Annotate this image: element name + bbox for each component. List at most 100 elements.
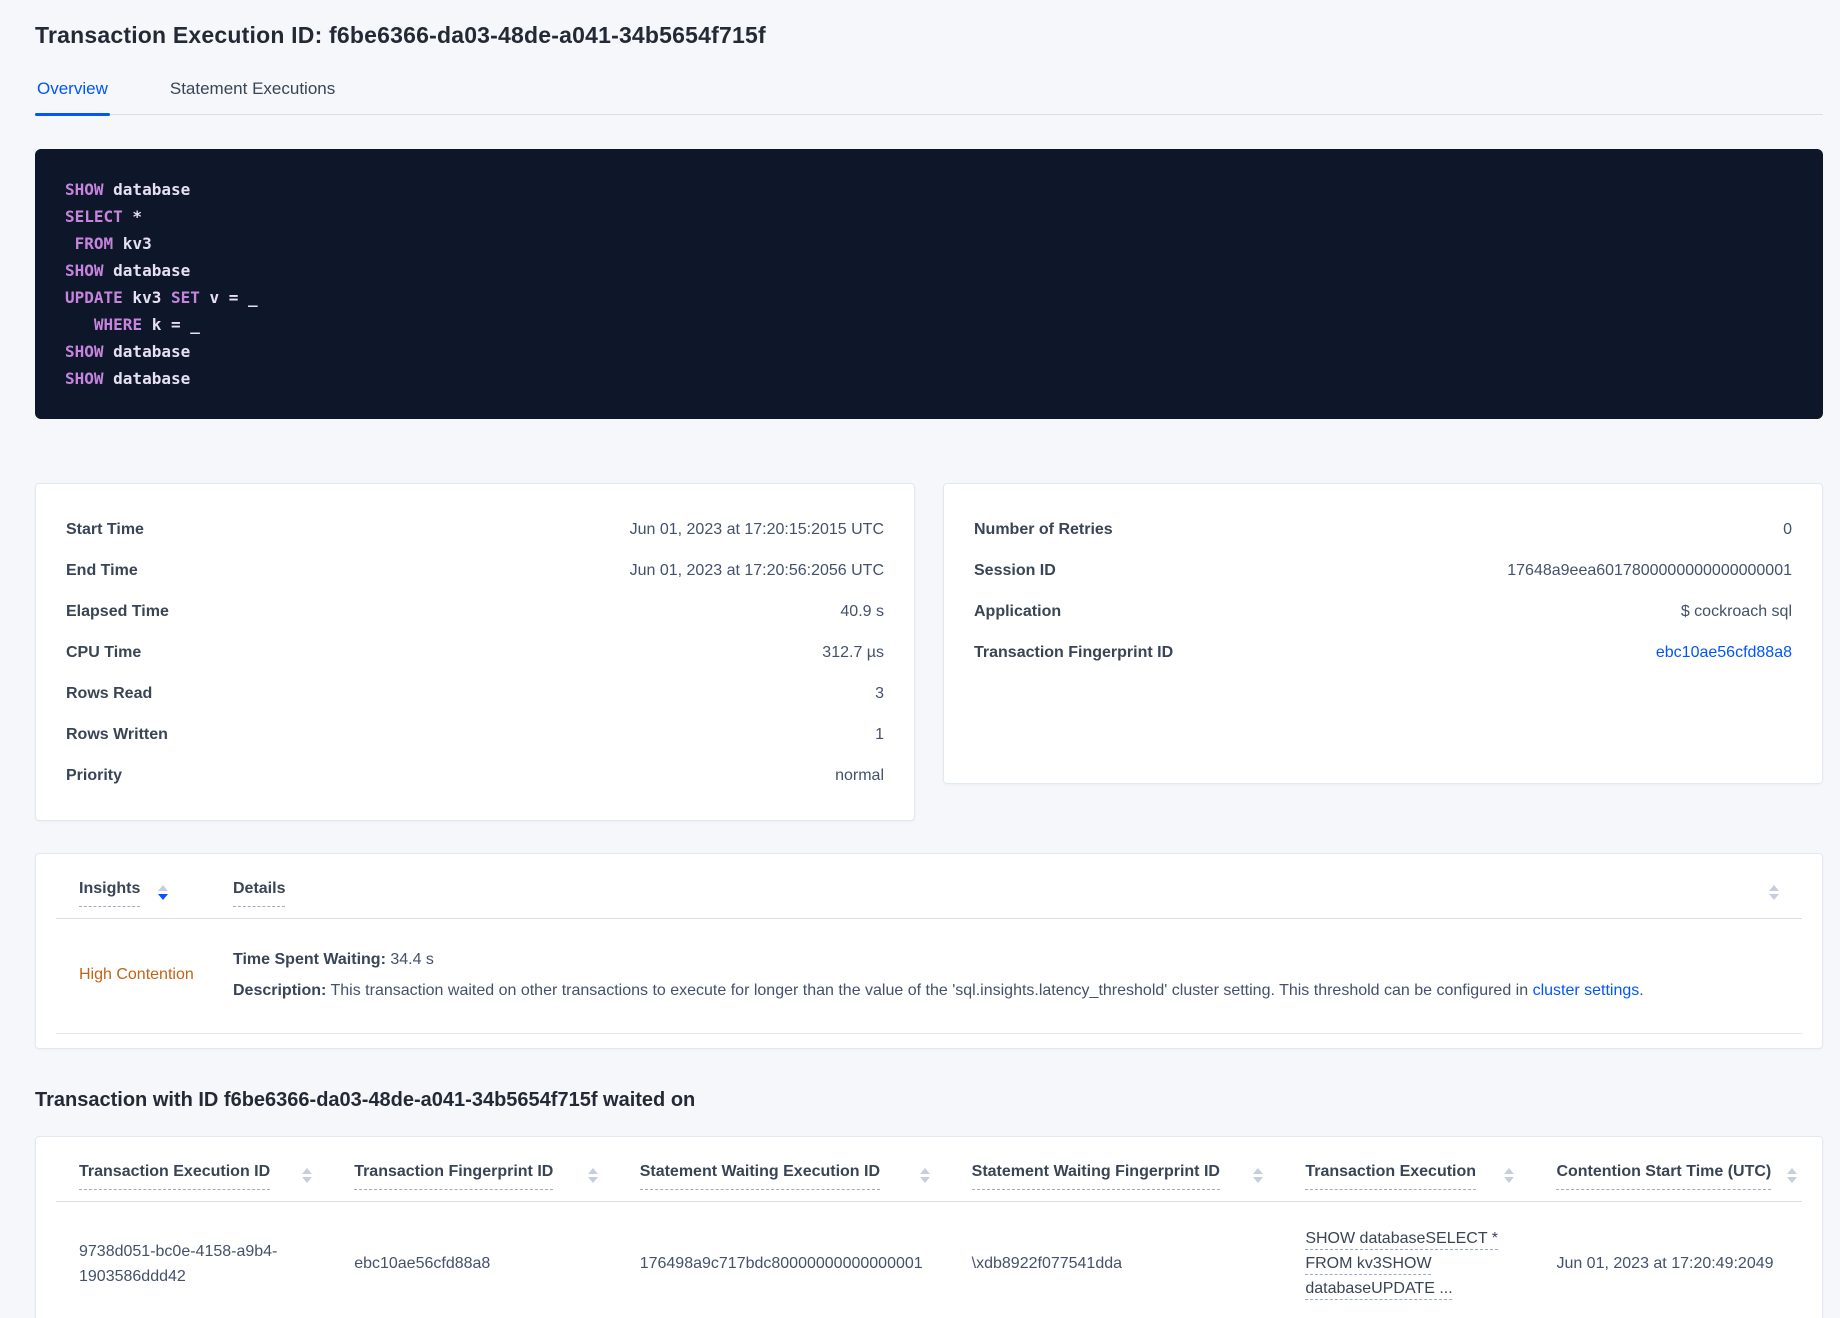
row-label: Start Time <box>66 520 144 538</box>
sql-line: FROM kv3 <box>65 230 1793 257</box>
session-summary-card: Number of Retries 0 Session ID 17648a9ee… <box>943 483 1823 784</box>
summary-row-rows-read: Rows Read 3 <box>66 673 884 714</box>
sort-toggle-icon[interactable] <box>302 1168 313 1190</box>
summary-row-session-id: Session ID 17648a9eea6017800000000000000… <box>974 550 1792 591</box>
summary-row-elapsed-time: Elapsed Time 40.9 s <box>66 591 884 632</box>
insights-column-label[interactable]: Insights <box>79 880 141 907</box>
summary-row-cpu-time: CPU Time 312.7 µs <box>66 632 884 673</box>
row-label: End Time <box>66 561 138 579</box>
details-column-label[interactable]: Details <box>233 880 286 907</box>
column-label[interactable]: Transaction Execution ID <box>79 1163 271 1190</box>
transaction-execution-link-line[interactable]: FROM kv3SHOW <box>1305 1251 1528 1276</box>
column-header-statement-waiting-fingerprint-id: Statement Waiting Fingerprint ID <box>971 1163 1306 1190</box>
column-label[interactable]: Transaction Execution <box>1305 1163 1477 1190</box>
description-label: Description: <box>233 982 327 999</box>
column-label[interactable]: Statement Waiting Execution ID <box>639 1163 881 1190</box>
column-label[interactable]: Contention Start Time (UTC) <box>1556 1163 1772 1190</box>
row-label: Rows Written <box>66 725 168 743</box>
column-label[interactable]: Statement Waiting Fingerprint ID <box>971 1163 1220 1190</box>
sql-keyword: FROM <box>74 234 114 253</box>
sql-text: database <box>103 261 191 280</box>
summary-row-retries: Number of Retries 0 <box>974 509 1792 550</box>
sort-toggle-icon[interactable] <box>158 885 169 907</box>
sort-toggle-icon[interactable] <box>1253 1168 1264 1190</box>
row-label: Number of Retries <box>974 520 1113 538</box>
summary-row-application: Application $ cockroach sql <box>974 591 1792 632</box>
row-label: Application <box>974 602 1062 620</box>
sort-asc-icon <box>1787 1168 1798 1174</box>
sort-asc-icon <box>1253 1168 1264 1174</box>
column-header-transaction-execution: Transaction Execution <box>1305 1163 1556 1190</box>
description-line: Description: This transaction waited on … <box>233 978 1779 1003</box>
tab-overview[interactable]: Overview <box>35 79 110 116</box>
summary-row-end-time: End Time Jun 01, 2023 at 17:20:56:2056 U… <box>66 550 884 591</box>
sort-asc-icon <box>302 1168 313 1174</box>
sort-toggle-icon[interactable] <box>1504 1168 1515 1190</box>
waited-on-section-title: Transaction with ID f6be6366-da03-48de-a… <box>35 1089 696 1111</box>
sql-keyword: WHERE <box>93 315 143 334</box>
sql-statements-box: SHOW database SELECT * FROM kv3 SHOW dat… <box>35 149 1823 419</box>
summary-row-start-time: Start Time Jun 01, 2023 at 17:20:15:2015… <box>66 509 884 550</box>
sql-line: SHOW database <box>65 338 1793 365</box>
cell-transaction-execution-link[interactable]: SHOW databaseSELECT * FROM kv3SHOW datab… <box>1305 1226 1556 1301</box>
sort-desc-icon <box>1787 1177 1798 1183</box>
sort-asc-icon <box>1504 1168 1515 1174</box>
summary-row-rows-written: Rows Written 1 <box>66 714 884 755</box>
sort-desc-icon <box>302 1177 313 1183</box>
waited-on-table-header: Transaction Execution ID Transaction Fin… <box>56 1137 1802 1202</box>
insight-details: Time Spent Waiting: 34.4 s Description: … <box>233 947 1779 1003</box>
sort-desc-icon <box>158 894 169 900</box>
description-period: . <box>1639 982 1644 999</box>
sql-keyword: SELECT <box>65 207 123 226</box>
sort-toggle-icon[interactable] <box>1769 885 1779 907</box>
sort-toggle-icon[interactable] <box>1787 1168 1798 1183</box>
sort-toggle-icon[interactable] <box>587 1168 598 1190</box>
sql-text: database <box>103 180 191 199</box>
time-spent-waiting-line: Time Spent Waiting: 34.4 s <box>233 947 1779 972</box>
sql-keyword: SHOW <box>65 342 104 361</box>
waited-on-table-card: Transaction Execution ID Transaction Fin… <box>35 1136 1823 1318</box>
row-value: 1 <box>875 725 884 743</box>
tab-statement-executions[interactable]: Statement Executions <box>168 79 337 114</box>
insights-table-card: Insights Details High Contention Time Sp… <box>35 853 1823 1049</box>
sql-keyword: SHOW <box>65 369 104 388</box>
column-label[interactable]: Transaction Fingerprint ID <box>354 1163 554 1190</box>
column-header-statement-waiting-execution-id: Statement Waiting Execution ID <box>639 1163 972 1190</box>
sort-asc-icon <box>587 1168 598 1174</box>
page-title: Transaction Execution ID: f6be6366-da03-… <box>35 22 766 48</box>
insight-row: High Contention Time Spent Waiting: 34.4… <box>56 919 1802 1034</box>
sort-desc-icon <box>1504 1177 1515 1183</box>
sql-text: database <box>103 342 191 361</box>
waited-on-table-row: 9738d051-bc0e-4158-a9b4-1903586ddd42 ebc… <box>56 1202 1802 1318</box>
sort-toggle-icon[interactable] <box>919 1168 930 1190</box>
sort-desc-icon <box>1253 1177 1264 1183</box>
transaction-fingerprint-id-link[interactable]: ebc10ae56cfd88a8 <box>1656 644 1792 662</box>
row-value: 40.9 s <box>840 602 884 620</box>
tab-bar: Overview Statement Executions <box>35 79 1823 116</box>
row-label: CPU Time <box>66 643 142 661</box>
sql-line: WHERE k = _ <box>65 311 1793 338</box>
sort-asc-icon <box>919 1168 930 1174</box>
transaction-execution-link-line[interactable]: databaseUPDATE ... <box>1305 1276 1528 1301</box>
column-header-transaction-fingerprint-id: Transaction Fingerprint ID <box>354 1163 640 1190</box>
transaction-execution-link-line[interactable]: SHOW databaseSELECT * <box>1305 1226 1528 1251</box>
row-label: Session ID <box>974 561 1056 579</box>
sql-text: database <box>103 369 191 388</box>
description-text: This transaction waited on other transac… <box>326 982 1533 999</box>
column-header-contention-start-time: Contention Start Time (UTC) <box>1556 1163 1787 1190</box>
sql-line: SHOW database <box>65 257 1793 284</box>
sort-desc-icon <box>919 1177 930 1183</box>
row-value: 0 <box>1783 520 1792 538</box>
sql-text: * <box>122 207 143 226</box>
row-value: 17648a9eea6017800000000000000001 <box>1507 561 1792 579</box>
sql-line: UPDATE kv3 SET v = _ <box>65 284 1793 311</box>
cell-statement-waiting-execution-id: 176498a9c717bdc80000000000000001 <box>639 1255 923 1272</box>
waiting-label: Time Spent Waiting: <box>233 951 386 968</box>
row-label: Elapsed Time <box>66 602 169 620</box>
sort-asc-icon <box>158 885 169 891</box>
sql-keyword: SET <box>170 288 200 307</box>
summary-row-priority: Priority normal <box>66 755 884 796</box>
cell-transaction-execution-id: 9738d051-bc0e-4158-a9b4-1903586ddd42 <box>79 1242 278 1285</box>
cluster-settings-link[interactable]: cluster settings <box>1533 982 1640 999</box>
